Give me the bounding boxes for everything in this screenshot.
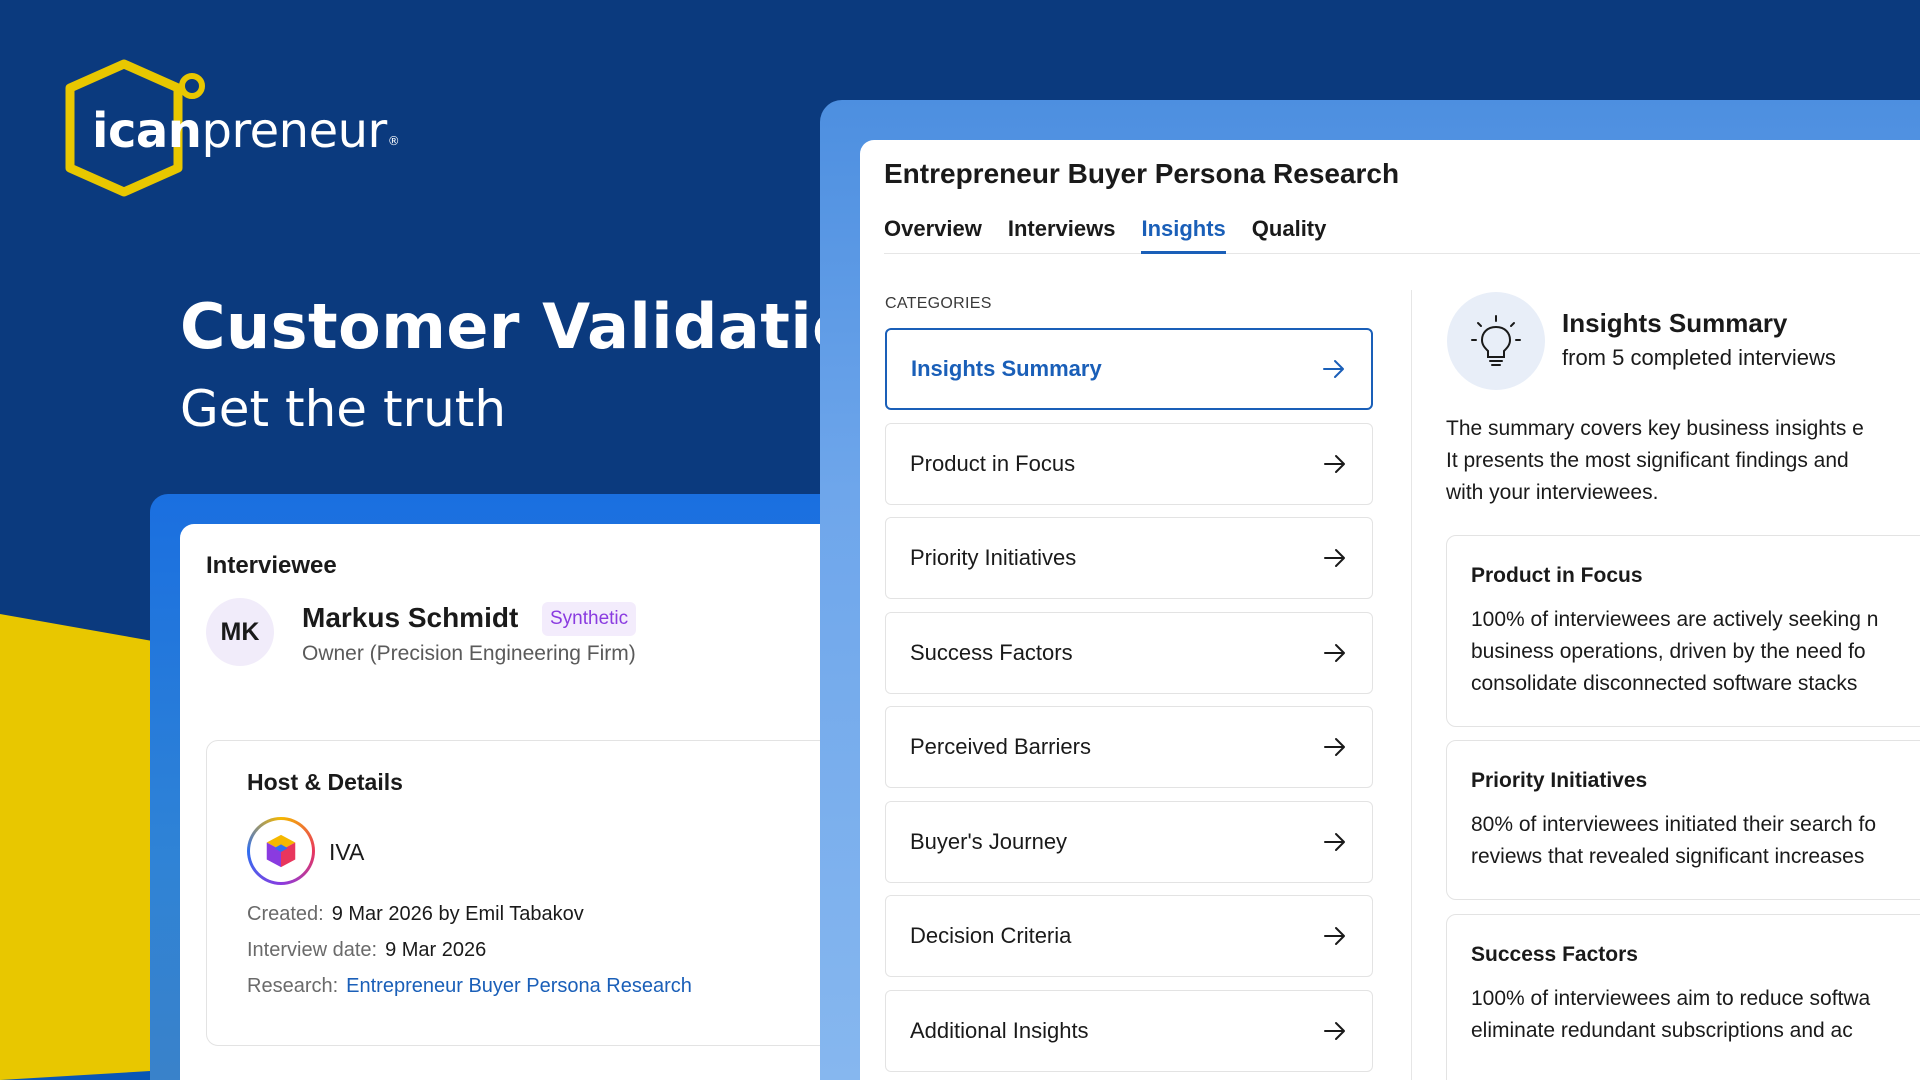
research-label: Research: <box>247 975 339 997</box>
tab-interviews[interactable]: Interviews <box>1008 216 1116 254</box>
registered-mark: ® <box>387 134 400 148</box>
research-tabs: Overview Interviews Insights Quality <box>884 216 1920 254</box>
category-label: Buyer's Journey <box>910 828 1068 854</box>
category-label: Success Factors <box>910 639 1073 665</box>
insight-heading: Product in Focus <box>1471 564 1643 587</box>
arrow-right-icon <box>1324 643 1345 662</box>
created-row: Created: 9 Mar 2026 by Emil Tabakov <box>247 903 584 926</box>
category-label: Decision Criteria <box>910 923 1072 948</box>
insight-priority-initiatives: Priority Initiatives 80% of interviewees… <box>1446 740 1920 900</box>
interview-date-value: 9 Mar 2026 <box>385 939 487 961</box>
description-line: The summary covers key business insights… <box>1446 417 1864 440</box>
category-perceived-barriers[interactable]: Perceived Barriers <box>885 706 1373 788</box>
insight-product-in-focus: Product in Focus 100% of interviewees ar… <box>1446 535 1920 727</box>
interview-date-row: Interview date: 9 Mar 2026 <box>247 939 486 962</box>
research-link[interactable]: Entrepreneur Buyer Persona Research <box>346 975 692 997</box>
insights-summary-description: The summary covers key business insights… <box>1446 413 1920 509</box>
interviewee-role: Owner (Precision Engineering Firm) <box>302 642 636 665</box>
lightbulb-icon <box>1447 292 1545 390</box>
interview-date-label: Interview date: <box>247 939 378 961</box>
insight-line: 100% of interviewees are actively seekin… <box>1471 608 1879 631</box>
arrow-right-icon <box>1324 1021 1345 1040</box>
arrow-right-icon <box>1323 360 1344 378</box>
insight-heading: Success Factors <box>1471 943 1638 966</box>
hero-subtitle: Get the truth <box>180 380 507 438</box>
category-label: Perceived Barriers <box>910 734 1091 759</box>
insight-success-factors: Success Factors 100% of interviewees aim… <box>1446 914 1920 1080</box>
interviewee-heading: Interviewee <box>206 552 337 579</box>
description-line: It presents the most significant finding… <box>1446 449 1849 472</box>
iva-cube-icon <box>247 817 315 885</box>
category-label: Insights Summary <box>911 356 1102 381</box>
avatar: MK <box>206 598 274 666</box>
host-name: IVA <box>329 839 365 865</box>
synthetic-badge: Synthetic <box>542 602 637 636</box>
logo-bold-text: ican <box>92 103 202 159</box>
arrow-right-icon <box>1324 832 1345 851</box>
logo-wordmark: icanpreneur® <box>92 103 400 159</box>
arrow-right-icon <box>1324 549 1345 567</box>
logo-regular-text: preneur <box>201 103 387 159</box>
research-card: Entrepreneur Buyer Persona Research Over… <box>860 140 1920 1080</box>
category-priority-initiatives[interactable]: Priority Initiatives <box>885 517 1373 599</box>
category-label: Additional Insights <box>910 1017 1089 1043</box>
insights-summary-title: Insights Summary <box>1562 308 1788 338</box>
insight-line: business operations, driven by the need … <box>1471 640 1866 663</box>
arrow-right-icon <box>1324 927 1345 945</box>
tab-quality[interactable]: Quality <box>1252 216 1327 254</box>
insight-heading: Priority Initiatives <box>1471 769 1648 792</box>
interviewee-name: Markus Schmidt <box>302 602 519 633</box>
interviewee-card: Interviewee MK Markus Schmidt Synthetic … <box>180 524 910 1080</box>
insight-line: 100% of interviewees aim to reduce softw… <box>1471 987 1871 1010</box>
insights-summary-subtitle: from 5 completed interviews <box>1562 345 1836 370</box>
research-title: Entrepreneur Buyer Persona Research <box>884 158 1400 189</box>
insight-line: eliminate redundant subscriptions and ac <box>1471 1019 1853 1042</box>
description-line: with your interviewees. <box>1446 481 1659 504</box>
created-value: 9 Mar 2026 by Emil Tabakov <box>331 903 584 925</box>
category-success-factors[interactable]: Success Factors <box>885 611 1373 694</box>
column-divider <box>1411 290 1412 1080</box>
host-details-heading: Host & Details <box>247 769 403 795</box>
categories-list: Insights Summary Product in Focus Priori… <box>885 328 1373 1080</box>
category-buyers-journey[interactable]: Buyer's Journey <box>885 800 1373 883</box>
category-decision-criteria[interactable]: Decision Criteria <box>885 895 1373 977</box>
insight-line: 80% of interviewees initiated their sear… <box>1471 813 1877 836</box>
arrow-right-icon <box>1324 738 1345 756</box>
created-label: Created: <box>247 903 324 925</box>
arrow-right-icon <box>1324 454 1345 473</box>
brand-logo: icanpreneur® <box>60 58 400 198</box>
research-row: Research: Entrepreneur Buyer Persona Rese… <box>247 975 692 998</box>
category-additional-insights[interactable]: Additional Insights <box>885 989 1373 1072</box>
category-product-in-focus[interactable]: Product in Focus <box>885 422 1373 505</box>
host-details-panel: Host & Details IVA Created: 9 Mar 2026 by… <box>206 740 910 1046</box>
category-insights-summary[interactable]: Insights Summary <box>885 328 1373 410</box>
categories-label: CATEGORIES <box>885 295 992 312</box>
hero-title: Customer Validation <box>180 290 900 363</box>
insight-line: consolidate disconnected software stacks <box>1471 672 1858 695</box>
tab-insights[interactable]: Insights <box>1141 216 1226 254</box>
category-label: Priority Initiatives <box>910 545 1077 570</box>
insight-line: reviews that revealed significant increa… <box>1471 845 1865 868</box>
category-label: Product in Focus <box>910 450 1076 476</box>
tab-overview[interactable]: Overview <box>884 216 982 254</box>
